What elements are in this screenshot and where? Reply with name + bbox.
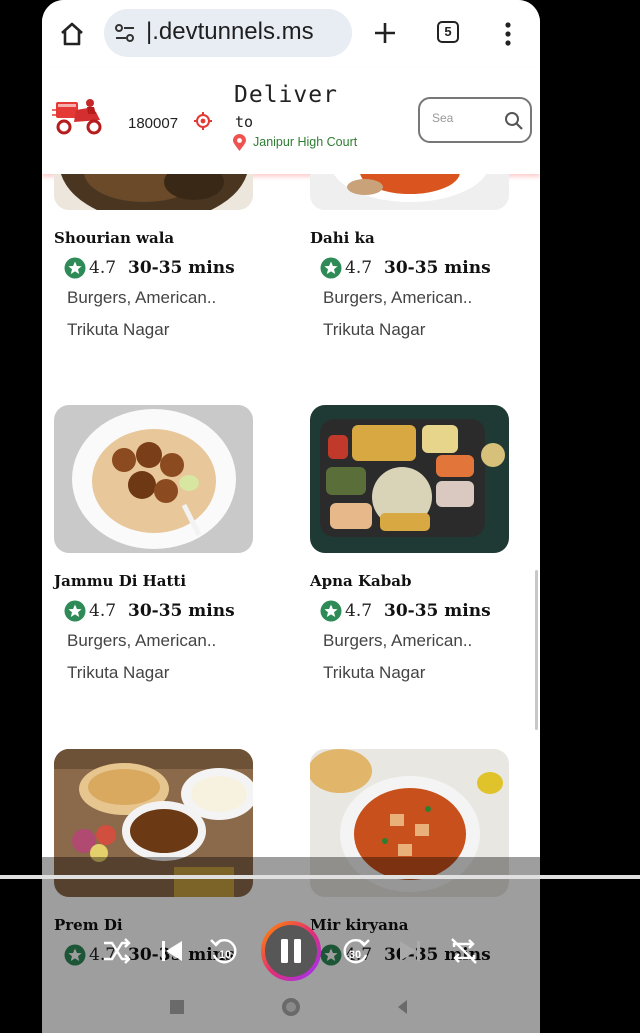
site-settings-icon[interactable] [114, 23, 136, 43]
restaurant-area: Trikuta Nagar [67, 320, 170, 339]
home-nav-icon[interactable] [280, 996, 302, 1018]
deliver-title: Deliver [234, 82, 338, 108]
cuisine-list: Burgers, American.. [323, 288, 473, 307]
tab-switcher-button[interactable]: 5 [437, 21, 459, 43]
rating-value: 4.7 [345, 258, 373, 278]
pause-icon [281, 939, 288, 963]
browser-toolbar: |.devtunnels.ms 5 [42, 0, 540, 68]
restaurant-card[interactable]: Shourian wala 4.7 30-35 mins Burgers, Am… [42, 174, 282, 382]
restaurant-name: Jammu Di Hatti [54, 572, 187, 590]
restaurant-card[interactable]: Jammu Di Hatti 4.7 30-35 mins Burgers, A… [42, 405, 282, 725]
next-track-icon[interactable] [390, 931, 430, 971]
locate-me-icon[interactable] [194, 112, 212, 130]
forward-seconds: 30 [349, 949, 361, 961]
restaurant-card[interactable]: Apna Kabab 4.7 30-35 mins Burgers, Ameri… [298, 405, 538, 725]
restaurant-name: Shourian wala [54, 229, 175, 247]
restaurant-image [310, 405, 509, 553]
rewind-icon[interactable]: 10 [205, 931, 245, 971]
restaurant-area: Trikuta Nagar [323, 663, 426, 682]
delivery-location[interactable]: Janipur High Court [253, 135, 357, 149]
rating-value: 4.7 [89, 601, 117, 621]
media-progress-bar[interactable] [0, 875, 640, 879]
delivery-time: 30-35 mins [128, 258, 235, 278]
rewind-seconds: 10 [219, 949, 231, 961]
shuffle-icon[interactable] [96, 931, 136, 971]
restaurant-name: Apna Kabab [310, 572, 412, 590]
restaurant-image [310, 174, 509, 210]
restaurant-card[interactable]: Dahi ka 4.7 30-35 mins Burgers, American… [298, 174, 538, 382]
delivery-time: 30-35 mins [384, 258, 491, 278]
deliver-to-label: to [235, 113, 254, 131]
restaurant-name: Dahi ka [310, 229, 375, 247]
cuisine-list: Burgers, American.. [323, 631, 473, 650]
star-rating-icon [64, 600, 86, 622]
rating-value: 4.7 [345, 601, 373, 621]
delivery-time: 30-35 mins [128, 601, 235, 621]
pause-button[interactable] [260, 920, 322, 982]
rating-value: 4.7 [89, 258, 117, 278]
restaurant-image [54, 174, 253, 210]
address-bar[interactable]: |.devtunnels.ms [104, 9, 352, 57]
system-navigation-bar [42, 982, 540, 1033]
recents-icon[interactable] [166, 996, 188, 1018]
repeat-off-icon[interactable] [444, 931, 484, 971]
star-rating-icon [64, 257, 86, 279]
new-tab-icon[interactable] [372, 20, 398, 46]
delivery-scooter-logo[interactable] [52, 96, 106, 136]
delivery-time: 30-35 mins [384, 601, 491, 621]
back-icon[interactable] [392, 996, 414, 1018]
star-rating-icon [320, 600, 342, 622]
search-input[interactable] [432, 111, 490, 125]
restaurant-area: Trikuta Nagar [67, 663, 170, 682]
search-icon[interactable] [504, 111, 524, 131]
home-icon[interactable] [58, 20, 86, 48]
star-rating-icon [320, 257, 342, 279]
restaurant-area: Trikuta Nagar [323, 320, 426, 339]
pincode: 180007 [128, 115, 179, 132]
cuisine-list: Burgers, American.. [67, 288, 217, 307]
search-box[interactable] [418, 97, 532, 143]
site-header: 180007 Deliver to Janipur High Court [42, 68, 540, 174]
previous-track-icon[interactable] [152, 931, 192, 971]
fast-forward-icon[interactable]: 30 [335, 931, 375, 971]
page-scrollbar[interactable] [535, 570, 538, 730]
more-menu-icon[interactable] [502, 20, 514, 48]
cuisine-list: Burgers, American.. [67, 631, 217, 650]
map-pin-icon [233, 134, 246, 151]
restaurant-image [54, 405, 253, 553]
media-progress-fill [0, 875, 640, 879]
url-text: |.devtunnels.ms [146, 18, 314, 45]
